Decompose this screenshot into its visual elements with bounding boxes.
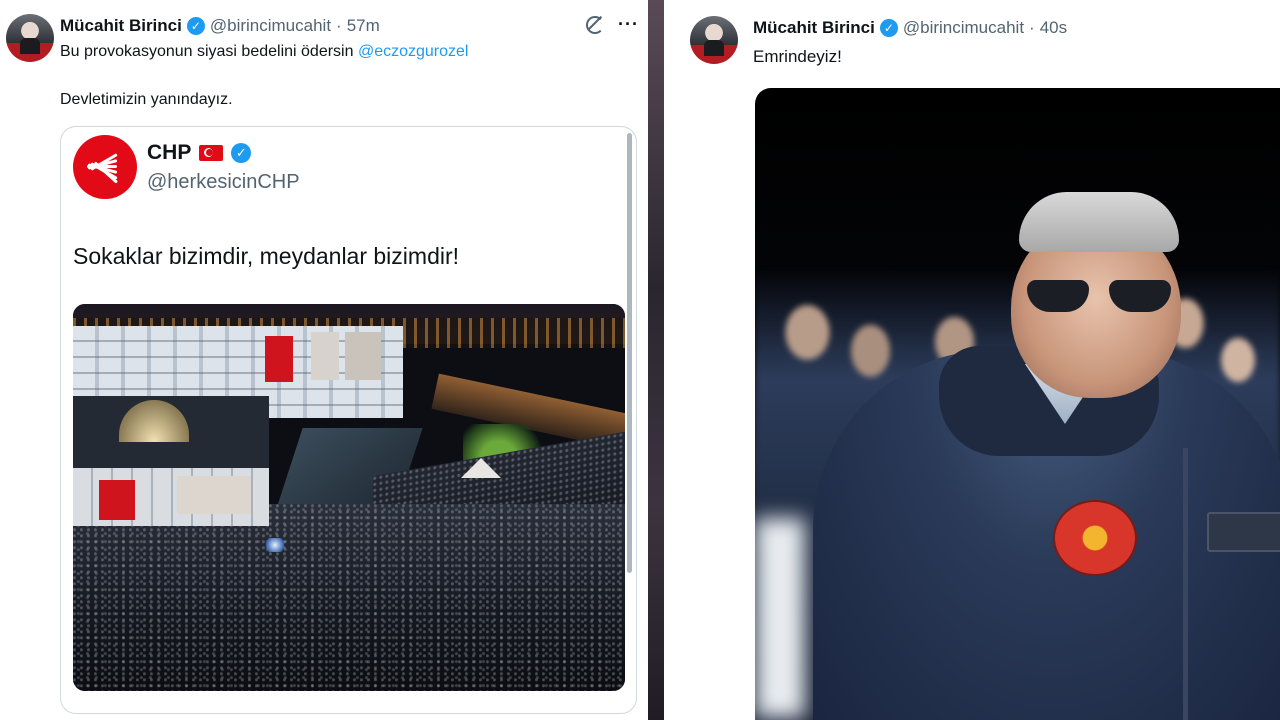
turkey-flag-icon bbox=[199, 145, 224, 161]
tweet-text-line2: Devletimizin yanındayız. bbox=[60, 91, 233, 108]
author-handle[interactable]: @birincimucahit bbox=[210, 16, 331, 36]
author-handle[interactable]: @birincimucahit bbox=[903, 18, 1024, 38]
chp-logo[interactable] bbox=[73, 135, 137, 199]
quoted-author-name[interactable]: CHP bbox=[147, 141, 191, 165]
separator-dot: · bbox=[1029, 18, 1035, 37]
author-name[interactable]: Mücahit Birinci bbox=[753, 18, 875, 38]
tweet-text: Bu provokasyonun siyasi bedelini ödersin bbox=[60, 43, 354, 60]
tweet-time[interactable]: 40s bbox=[1040, 18, 1067, 38]
tweet-header: Mücahit Birinci ✓ @birincimucahit · 40s bbox=[753, 18, 1067, 38]
grok-icon[interactable] bbox=[584, 14, 604, 34]
scrollbar[interactable] bbox=[627, 133, 632, 573]
quoted-text: Sokaklar bizimdir, meydanlar bizimdir! bbox=[73, 243, 460, 269]
separator-dot: · bbox=[336, 16, 342, 35]
tweet-left[interactable]: Mücahit Birinci ✓ @birincimucahit · 57m … bbox=[0, 0, 648, 720]
quoted-handle[interactable]: @herkesicinCHP bbox=[147, 171, 300, 194]
tweet-photo[interactable] bbox=[755, 88, 1280, 720]
quoted-header: CHP ✓ bbox=[147, 141, 252, 165]
more-icon[interactable]: ··· bbox=[618, 14, 639, 34]
tweet-text-line1: Bu provokasyonun siyasi bedelini ödersin… bbox=[60, 41, 468, 63]
quoted-photo[interactable] bbox=[73, 304, 625, 691]
screenshot-divider bbox=[648, 0, 664, 720]
avatar[interactable] bbox=[690, 16, 738, 64]
tweet-time[interactable]: 57m bbox=[347, 16, 380, 36]
tweet-right[interactable]: Mücahit Birinci ✓ @birincimucahit · 40s … bbox=[664, 0, 1280, 720]
quoted-tweet[interactable]: CHP ✓ @herkesicinCHP Sokaklar bizimdir, … bbox=[60, 126, 637, 714]
author-name[interactable]: Mücahit Birinci bbox=[60, 16, 182, 36]
verified-badge-icon: ✓ bbox=[186, 17, 205, 35]
tweet-header: Mücahit Birinci ✓ @birincimucahit · 57m bbox=[60, 16, 380, 36]
avatar[interactable] bbox=[6, 14, 54, 62]
tweet-actions: ··· bbox=[584, 14, 639, 34]
mention-link[interactable]: @eczozgurozel bbox=[358, 43, 469, 60]
tweet-text: Emrindeyiz! bbox=[753, 47, 842, 66]
verified-badge-icon: ✓ bbox=[879, 19, 898, 37]
verified-badge-icon: ✓ bbox=[231, 143, 252, 163]
